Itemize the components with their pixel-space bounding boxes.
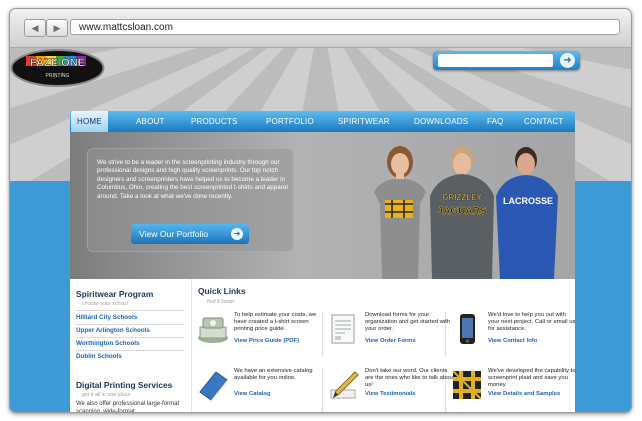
faze-one-logo[interactable]: FAZE ONE PRINTING	[10, 48, 105, 88]
plaid-details-link[interactable]: View Details and Samples	[488, 391, 560, 397]
document-form-icon	[331, 314, 355, 344]
cash-stack-icon	[198, 317, 228, 343]
digital-subheading: get it all in one place	[82, 392, 131, 398]
view-portfolio-button[interactable]: View Our Portfolio ➜	[131, 224, 249, 244]
school-link-upper-arlington[interactable]: Upper Arlington Schools	[76, 327, 150, 334]
quick-link-card-contact: We'd love to help you out with your next…	[450, 312, 578, 362]
catalog-text: We have an extensive catalog available f…	[234, 368, 313, 382]
contact-info-link[interactable]: View Contact Info	[488, 338, 537, 344]
school-link-worthington[interactable]: Worthington Schools	[76, 340, 140, 347]
divider	[76, 324, 184, 325]
nav-faq[interactable]: FAQ	[487, 111, 504, 132]
nav-about[interactable]: ABOUT	[136, 111, 165, 132]
hero-banner: We strive to be a leader in the screenpr…	[70, 132, 575, 279]
quick-link-card-plaid: We've developed the capability to screen…	[450, 368, 578, 412]
quick-links: Quick Links find it faster To help estim…	[191, 279, 578, 412]
catalog-book-icon	[199, 371, 228, 402]
quick-link-card-price-guide: To help estimate your costs, we have cre…	[196, 312, 324, 362]
search-box: ➜	[433, 51, 580, 70]
quick-links-heading: Quick Links	[198, 286, 246, 296]
plaid-swatch-icon	[452, 370, 482, 400]
shirt-text-3: LACROSSE	[503, 196, 553, 206]
testimonials-text: Don't take our word. Our clients are the…	[365, 368, 455, 389]
nav-contact[interactable]: CONTACT	[524, 111, 563, 132]
digital-text: We also offer professional large-format …	[76, 401, 180, 413]
phone-icon	[460, 314, 475, 344]
divider	[76, 310, 184, 311]
shirt-text-2: JAGUARS	[438, 206, 487, 217]
forward-arrow-icon[interactable]: ▶	[46, 19, 68, 37]
address-bar[interactable]: www.mattcsloan.com	[70, 19, 620, 35]
nav-spiritwear[interactable]: SPIRITWEAR	[338, 111, 390, 132]
page-viewport: FAZE ONE PRINTING ➜ HOME ABOUT PRODUCTS …	[10, 48, 631, 413]
price-guide-link[interactable]: View Price Guide (PDF)	[234, 338, 299, 344]
quick-link-card-catalog: We have an extensive catalog available f…	[196, 368, 324, 412]
plaid-text: We've developed the capability to screen…	[488, 368, 576, 389]
nav-products[interactable]: PRODUCTS	[191, 111, 238, 132]
spiritwear-subheading: choose your school	[82, 301, 128, 307]
quick-link-card-order-forms: Download forms for your organization and…	[327, 312, 455, 362]
view-portfolio-label: View Our Portfolio	[139, 229, 209, 239]
svg-text:FAZE ONE: FAZE ONE	[30, 57, 85, 69]
nav-home[interactable]: HOME	[71, 111, 108, 132]
catalog-link[interactable]: View Catalog	[234, 391, 271, 397]
main-content: We strive to be a leader in the screenpr…	[70, 132, 578, 413]
spiritwear-heading: Spiritwear Program	[76, 289, 154, 299]
nav-downloads[interactable]: DOWNLOADS	[414, 111, 468, 132]
contact-text: We'd love to help you out with your next…	[488, 312, 576, 333]
price-guide-text: To help estimate your costs, we have cre…	[234, 312, 317, 333]
hero-text: We strive to be a leader in the screenpr…	[97, 159, 288, 200]
quick-links-subheading: find it faster	[207, 299, 235, 305]
model-man-lacrosse: LACROSSE	[496, 147, 558, 279]
model-boy-hoodie: GRIZZLEY JAGUARS	[430, 146, 494, 279]
browser-toolbar: ◀ ▶ www.mattcsloan.com	[10, 9, 631, 48]
arrow-right-icon[interactable]: ➜	[560, 53, 575, 68]
search-input[interactable]	[438, 54, 553, 67]
shirt-text-1: GRIZZLEY	[442, 193, 482, 202]
main-nav: HOME ABOUT PRODUCTS PORTFOLIO SPIRITWEAR…	[70, 111, 575, 132]
order-forms-link[interactable]: View Order Forms	[365, 338, 416, 344]
school-link-hilliard[interactable]: Hilliard City Schools	[76, 314, 137, 321]
arrow-right-icon: ➜	[231, 228, 243, 240]
model-girl	[374, 146, 426, 279]
order-forms-text: Download forms for your organization and…	[365, 312, 451, 333]
browser-window: ◀ ▶ www.mattcsloan.com FAZE ONE PRINTING…	[9, 8, 632, 413]
school-link-dublin[interactable]: Dublin Schools	[76, 353, 122, 360]
nav-portfolio[interactable]: PORTFOLIO	[266, 111, 314, 132]
models-photo: GRIZZLEY JAGUARS LACROSSE	[374, 146, 558, 279]
divider	[76, 350, 184, 351]
sidebar: Spiritwear Program choose your school Hi…	[70, 279, 191, 413]
digital-heading: Digital Printing Services	[76, 380, 173, 390]
back-arrow-icon[interactable]: ◀	[24, 19, 46, 37]
quick-link-card-testimonials: Don't take our word. Our clients are the…	[327, 368, 455, 412]
testimonials-link[interactable]: View Testimonials	[365, 391, 416, 397]
quill-pen-icon	[330, 371, 359, 399]
divider	[76, 337, 184, 338]
svg-text:PRINTING: PRINTING	[46, 73, 70, 79]
